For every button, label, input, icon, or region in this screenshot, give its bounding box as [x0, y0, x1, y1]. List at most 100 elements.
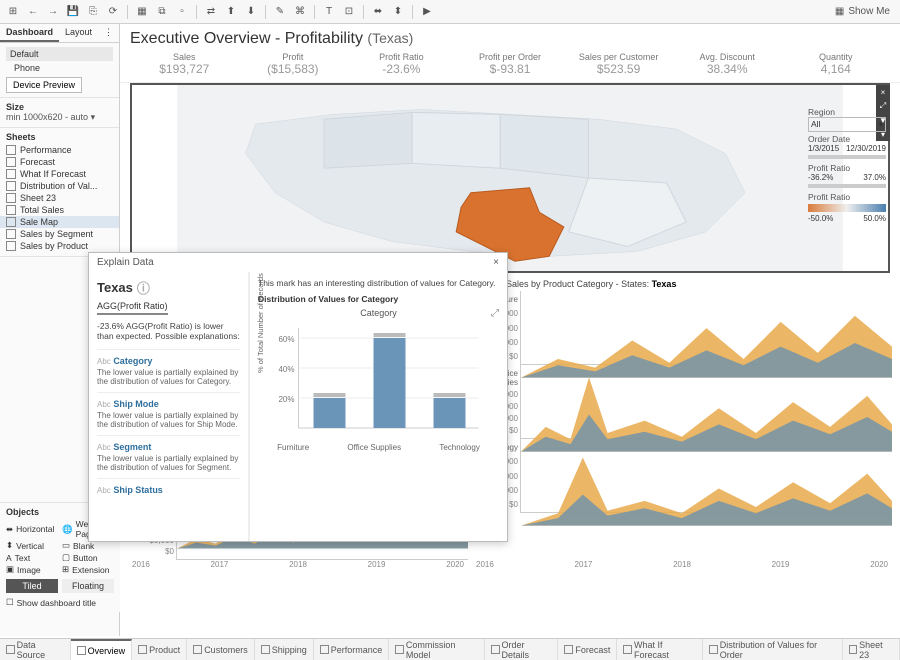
bottom-tab-sheet-23[interactable]: Sheet 23 — [843, 639, 900, 660]
kpi-value: 4,164 — [781, 62, 890, 76]
presentation-icon[interactable]: ▶ — [418, 3, 436, 21]
bottom-tab-performance[interactable]: Performance — [314, 639, 390, 660]
tab-layout[interactable]: Layout — [59, 24, 98, 42]
swap-icon[interactable]: ⇄ — [202, 3, 220, 21]
monthly-row-furniture[interactable]: Furniture$15,000$10,000$5,000$0 — [472, 291, 892, 365]
show-title-checkbox[interactable]: ☐ Show dashboard title — [6, 597, 114, 608]
separator — [314, 5, 315, 19]
clear-icon[interactable]: ▫ — [173, 3, 191, 21]
tab-icon — [491, 645, 500, 654]
kpi-sales[interactable]: Sales$193,727 — [130, 50, 239, 82]
tab-dashboard[interactable]: Dashboard — [0, 24, 59, 42]
map-view[interactable]: × ⤢ ▼ ▾ Region All▾ Order Date 1/3/20151… — [130, 83, 890, 273]
bottom-tab-order-details[interactable]: Order Details — [485, 639, 558, 660]
tab-label: Product — [149, 645, 180, 655]
bar-chart-ylabel: % of Total Number of Records — [256, 273, 265, 373]
kpi-sales-per-customer[interactable]: Sales per Customer$523.59 — [564, 50, 673, 82]
explain-right-subtitle: Distribution of Values for Category — [258, 294, 499, 304]
sheet-item[interactable]: Distribution of Val... — [0, 180, 119, 192]
group-icon[interactable]: ⌘ — [291, 3, 309, 21]
size-value[interactable]: min 1000x620 - auto ▾ — [6, 112, 113, 123]
monthly-sales-charts: Monthly Sales by Product Category - Stat… — [472, 277, 892, 569]
kpi-quantity[interactable]: Quantity4,164 — [781, 50, 890, 82]
device-preview-button[interactable]: Device Preview — [6, 77, 82, 93]
duplicate-icon[interactable]: ⧉ — [153, 3, 171, 21]
new-worksheet-icon[interactable]: ▦ — [133, 3, 151, 21]
filter-pr-slider[interactable] — [808, 184, 886, 188]
worksheet-icon — [6, 181, 16, 191]
fit-icon[interactable]: ⊡ — [340, 3, 358, 21]
filter-region-select[interactable]: All▾ — [808, 117, 886, 132]
object-item-image[interactable]: ▣Image — [6, 564, 58, 575]
new-datasource-icon[interactable]: ⎘ — [84, 3, 102, 21]
object-item-button[interactable]: ▢Button — [62, 552, 114, 563]
kpi-avg.-discount[interactable]: Avg. Discount38.34% — [673, 50, 782, 82]
back-icon[interactable]: ← — [24, 3, 42, 21]
device-default[interactable]: Default — [6, 47, 113, 61]
tab-more[interactable]: ⋮ — [98, 24, 119, 42]
explain-card-segment[interactable]: Abc SegmentThe lower value is partially … — [97, 435, 240, 478]
bottom-tab-customers[interactable]: Customers — [187, 639, 255, 660]
show-me-button[interactable]: ▦ Show Me — [829, 6, 896, 17]
tiled-button[interactable]: Tiled — [6, 579, 58, 593]
sheet-label: Sale Map — [20, 217, 58, 227]
bottom-tab-overview[interactable]: Overview — [71, 639, 133, 660]
bottom-tab-data-source[interactable]: Data Source — [0, 639, 71, 660]
sheet-item[interactable]: What If Forecast — [0, 168, 119, 180]
object-label: Vertical — [16, 541, 44, 551]
fit-height-icon[interactable]: ⬍ — [389, 3, 407, 21]
category-bar-chart[interactable]: Category ⤢ % of Total Number of Records … — [258, 308, 499, 458]
map-close-icon[interactable]: × — [876, 85, 890, 99]
sheet-item[interactable]: Sale Map — [0, 216, 119, 228]
explain-metric-tab[interactable]: AGG(Profit Ratio) — [97, 301, 168, 315]
device-phone[interactable]: Phone — [6, 61, 113, 75]
info-icon[interactable]: ⓘ — [137, 278, 150, 297]
bottom-tab-shipping[interactable]: Shipping — [255, 639, 314, 660]
bottom-tab-commission-model[interactable]: Commission Model — [389, 639, 485, 660]
monthly-row-office-supplies[interactable]: Office Supplies$15,000$10,000$5,000$0 — [472, 365, 892, 439]
explain-header: Explain Data × — [89, 253, 507, 272]
close-icon[interactable]: × — [493, 257, 499, 268]
object-item-text[interactable]: AText — [6, 552, 58, 563]
size-label: Size — [6, 102, 113, 112]
object-icon: A — [6, 553, 12, 563]
left-chart-xaxis: 20162017201820192020 — [128, 560, 468, 569]
kpi-profit-ratio[interactable]: Profit Ratio-23.6% — [347, 50, 456, 82]
save-icon[interactable]: 💾 — [64, 3, 82, 21]
bar-chart-title: Category — [258, 308, 499, 318]
refresh-icon[interactable]: ⟳ — [104, 3, 122, 21]
tab-icon — [320, 645, 329, 654]
sheet-item[interactable]: Total Sales — [0, 204, 119, 216]
sheet-item[interactable]: Forecast — [0, 156, 119, 168]
sort-asc-icon[interactable]: ⬆ — [222, 3, 240, 21]
tab-label: Shipping — [272, 645, 307, 655]
object-item-vertical[interactable]: ⬍Vertical — [6, 540, 58, 551]
bottom-tab-product[interactable]: Product — [132, 639, 187, 660]
bottom-tab-what-if-forecast[interactable]: What If Forecast — [617, 639, 703, 660]
sheet-item[interactable]: Sales by Product — [0, 240, 119, 252]
forward-icon[interactable]: → — [44, 3, 62, 21]
filter-date-slider[interactable] — [808, 155, 886, 159]
logo-icon[interactable]: ⊞ — [4, 3, 22, 21]
sheet-item[interactable]: Sales by Segment — [0, 228, 119, 240]
kpi-profit-per-order[interactable]: Profit per Order$-93.81 — [456, 50, 565, 82]
explain-card-ship-mode[interactable]: Abc Ship ModeThe lower value is partiall… — [97, 392, 240, 435]
explain-card-ship-status[interactable]: Abc Ship Status — [97, 478, 240, 501]
sheet-item[interactable]: Performance — [0, 144, 119, 156]
object-item-horizontal[interactable]: ⬌Horizontal — [6, 519, 58, 539]
tab-label: Commission Model — [406, 640, 478, 660]
sheet-item[interactable]: Sheet 23 — [0, 192, 119, 204]
text-icon[interactable]: T — [320, 3, 338, 21]
monthly-row-technology[interactable]: Technology$15,000$10,000$5,000$0 — [472, 439, 892, 513]
kpi-profit[interactable]: Profit($15,583) — [239, 50, 348, 82]
highlight-icon[interactable]: ✎ — [271, 3, 289, 21]
fit-width-icon[interactable]: ⬌ — [369, 3, 387, 21]
object-item-extension[interactable]: ⊞Extension — [62, 564, 114, 575]
floating-button[interactable]: Floating — [62, 579, 114, 593]
bottom-tab-forecast[interactable]: Forecast — [558, 639, 617, 660]
explain-card-category[interactable]: Abc CategoryThe lower value is partially… — [97, 349, 240, 392]
sort-desc-icon[interactable]: ⬇ — [242, 3, 260, 21]
expand-chart-icon[interactable]: ⤢ — [491, 308, 499, 319]
bottom-tab-distribution-of-values-for-order[interactable]: Distribution of Values for Order — [703, 639, 842, 660]
explain-left-panel: Texas ⓘ AGG(Profit Ratio) -23.6% AGG(Pro… — [89, 272, 249, 541]
